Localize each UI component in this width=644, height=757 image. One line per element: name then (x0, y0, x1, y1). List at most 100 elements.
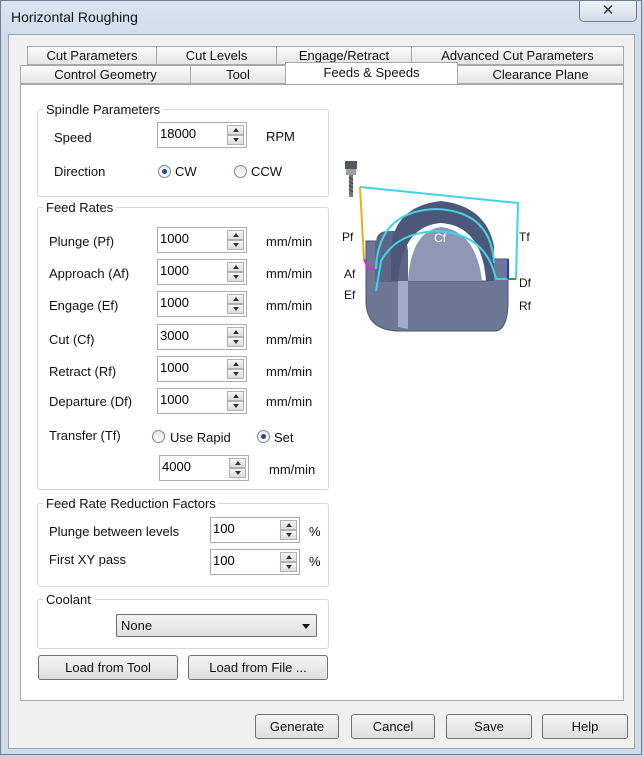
cancel-button[interactable]: Cancel (351, 714, 435, 739)
spin-up-icon[interactable] (227, 391, 244, 401)
ef-label: Ef (344, 288, 356, 302)
coolant-value: None (121, 618, 153, 633)
close-button[interactable]: ✕ (579, 1, 637, 22)
tab-control-geometry[interactable]: Control Geometry (20, 65, 191, 84)
spin-up-icon[interactable] (227, 262, 244, 272)
spin-up-icon[interactable] (227, 294, 244, 304)
departure-spinbox[interactable] (157, 388, 247, 414)
set-label: Set (274, 430, 294, 445)
tab-feeds-speeds[interactable]: Feeds & Speeds (285, 62, 458, 84)
plunge-label: Plunge (Pf) (49, 234, 115, 249)
first-xy-pass-spinbox[interactable] (210, 549, 300, 575)
departure-label: Departure (Df) (49, 394, 133, 409)
tab-cut-parameters[interactable]: Cut Parameters (27, 46, 157, 65)
retract-spinbox[interactable] (157, 356, 247, 382)
transfer-spinbox[interactable] (159, 455, 249, 481)
plunge-unit: mm/min (266, 234, 313, 249)
spin-down-icon[interactable] (227, 401, 244, 411)
cut-label: Cut (Cf) (49, 332, 95, 347)
retract-input[interactable] (160, 360, 220, 375)
transfer-label: Transfer (Tf) (49, 428, 121, 443)
speed-input[interactable] (160, 126, 220, 141)
spin-down-icon[interactable] (227, 337, 244, 347)
approach-label: Approach (Af) (49, 266, 130, 281)
use-rapid-radio[interactable] (152, 430, 165, 443)
plunge-input[interactable] (160, 231, 220, 246)
spin-down-icon[interactable] (280, 530, 297, 540)
plunge-between-levels-input[interactable] (213, 521, 273, 536)
generate-button[interactable]: Generate (255, 714, 339, 739)
title-bar: Horizontal Roughing ✕ (1, 1, 643, 35)
departure-unit: mm/min (266, 394, 313, 409)
tab-clearance-plane[interactable]: Clearance Plane (457, 65, 624, 84)
spin-down-icon[interactable] (227, 369, 244, 379)
spin-up-icon[interactable] (229, 458, 246, 468)
plunge-spinbox[interactable] (157, 227, 247, 253)
spin-up-icon[interactable] (280, 552, 297, 562)
tool-icon (345, 161, 357, 197)
approach-unit: mm/min (266, 266, 313, 281)
use-rapid-label: Use Rapid (170, 430, 231, 445)
cut-spinbox[interactable] (157, 324, 247, 350)
spin-up-icon[interactable] (280, 520, 297, 530)
spin-down-icon[interactable] (227, 304, 244, 314)
part-shape (365, 201, 509, 332)
feed-rates-title: Feed Rates (43, 200, 117, 215)
plunge-between-levels-spinbox[interactable] (210, 517, 300, 543)
approach-spinbox[interactable] (157, 259, 247, 285)
pf-label: Pf (342, 230, 354, 244)
spin-up-icon[interactable] (227, 327, 244, 337)
tf-label: Tf (519, 230, 530, 244)
spindle-group-title: Spindle Parameters (43, 102, 164, 117)
speed-unit: RPM (266, 129, 295, 144)
retract-label: Retract (Rf) (49, 364, 117, 379)
reduction-title: Feed Rate Reduction Factors (43, 496, 219, 511)
spin-down-icon[interactable] (227, 240, 244, 250)
tab-tool[interactable]: Tool (190, 65, 286, 84)
tab-cut-levels[interactable]: Cut Levels (156, 46, 277, 65)
af-label: Af (344, 267, 356, 281)
ccw-radio[interactable] (234, 165, 247, 178)
spin-down-icon[interactable] (227, 135, 244, 145)
direction-label: Direction (54, 164, 106, 179)
chevron-down-icon (302, 624, 310, 629)
spin-up-icon[interactable] (227, 125, 244, 135)
spin-up-icon[interactable] (227, 230, 244, 240)
speed-spinbox[interactable] (157, 122, 247, 148)
first-xy-pass-label: First XY pass (49, 552, 127, 567)
engage-input[interactable] (160, 295, 220, 310)
approach-input[interactable] (160, 263, 220, 278)
set-radio[interactable] (257, 430, 270, 443)
speed-label: Speed (54, 130, 92, 145)
transfer-unit: mm/min (269, 462, 316, 477)
df-label: Df (519, 276, 532, 290)
load-from-file-button[interactable]: Load from File ... (188, 655, 328, 680)
first-xy-pass-input[interactable] (213, 553, 273, 568)
engage-unit: mm/min (266, 298, 313, 313)
spin-up-icon[interactable] (227, 359, 244, 369)
help-button[interactable]: Help (542, 714, 628, 739)
cut-unit: mm/min (266, 332, 313, 347)
save-button[interactable]: Save (446, 714, 532, 739)
retract-unit: mm/min (266, 364, 313, 379)
cf-label: Cf (434, 231, 447, 245)
spin-down-icon[interactable] (229, 468, 246, 478)
load-from-tool-button[interactable]: Load from Tool (38, 655, 178, 680)
ccw-label: CCW (251, 164, 283, 179)
first-xy-percent-unit: % (309, 554, 321, 569)
cw-radio[interactable] (158, 165, 171, 178)
spin-down-icon[interactable] (227, 272, 244, 282)
cw-label: CW (175, 164, 197, 179)
feed-rates-diagram: Pf Af Ef Cf Tf Df Rf (342, 161, 532, 332)
engage-spinbox[interactable] (157, 291, 247, 317)
coolant-title: Coolant (43, 592, 94, 607)
departure-input[interactable] (160, 392, 220, 407)
cut-input[interactable] (160, 328, 220, 343)
window-title: Horizontal Roughing (11, 9, 138, 25)
transfer-input[interactable] (162, 459, 222, 474)
plunge-between-levels-label: Plunge between levels (49, 524, 180, 539)
plunge-path (359, 186, 365, 260)
spin-down-icon[interactable] (280, 562, 297, 572)
plunge-percent-unit: % (309, 524, 321, 539)
coolant-select[interactable]: None (116, 614, 317, 637)
